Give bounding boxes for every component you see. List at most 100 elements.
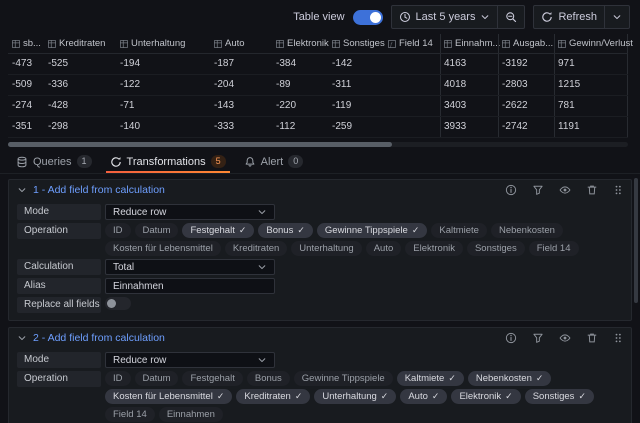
alias-label: Alias [17,278,101,294]
column-header[interactable]: Einnahm... [440,34,498,53]
time-range-label: Last 5 years [416,11,476,23]
table-cell: -509 [8,75,44,95]
field-chip[interactable]: Kaltmiete [431,223,487,238]
table-cell: -336 [44,75,116,95]
column-header[interactable]: Auto [210,34,272,53]
collapse-caret-icon[interactable] [17,185,27,195]
check-icon [432,391,440,402]
table-cell: -194 [116,54,210,74]
tab-transformations[interactable]: Transformations 5 [102,150,234,173]
column-header[interactable]: Kreditraten [44,34,116,53]
transformation-title[interactable]: 2 - Add field from calculation [33,332,165,344]
field-chip-label: Unterhaltung [322,391,376,402]
refresh-interval-button[interactable] [604,6,629,28]
calculation-select[interactable]: Total [105,259,275,275]
zoom-out-icon [505,11,517,23]
field-chip[interactable]: Festgehalt [182,223,254,238]
scrollbar-thumb[interactable] [8,142,392,147]
check-icon [505,391,513,402]
field-chip[interactable]: Kosten für Lebensmittel [105,241,221,256]
field-chip-label: Festgehalt [190,373,234,384]
grid-field-icon [443,39,453,49]
column-header[interactable]: fField 14 [384,34,440,53]
tab-queries[interactable]: Queries 1 [8,150,100,173]
filter-icon[interactable] [532,184,544,196]
eye-icon[interactable] [559,332,571,344]
tab-label: Alert [261,156,284,168]
refresh-group: Refresh [533,5,630,29]
field-chip[interactable]: ID [105,371,131,386]
field-chip[interactable]: Auto [400,389,447,404]
field-chip[interactable]: Field 14 [105,407,155,422]
table-cell: -2622 [498,96,554,116]
field-chip[interactable]: Field 14 [529,241,579,256]
drag-handle-icon[interactable] [613,332,623,344]
column-header[interactable]: Sonstiges [328,34,384,53]
field-chip[interactable]: Unterhaltung [314,389,396,404]
zoom-out-button[interactable] [497,6,524,28]
filter-icon[interactable] [532,332,544,344]
field-chip[interactable]: Kaltmiete [397,371,464,386]
refresh-icon [541,11,553,23]
field-chip-label: Auto [408,391,428,402]
collapse-caret-icon[interactable] [17,333,27,343]
mode-value: Reduce row [113,355,166,366]
trash-icon[interactable] [586,184,598,196]
field-chip[interactable]: Festgehalt [182,371,242,386]
field-chip[interactable]: Sonstiges [467,241,525,256]
field-chip[interactable]: Auto [366,241,402,256]
field-chip-label: ID [113,373,123,384]
column-header[interactable]: Unterhaltung [116,34,210,53]
field-chip[interactable]: Datum [135,223,179,238]
info-icon[interactable] [505,184,517,196]
field-chip[interactable]: ID [105,223,131,238]
field-chip[interactable]: Sonstiges [525,389,594,404]
field-chip[interactable]: Bonus [258,223,312,238]
table-cell: -333 [210,117,272,137]
field-chip[interactable]: Bonus [247,371,290,386]
refresh-button[interactable]: Refresh [534,6,604,28]
field-chip-label: Datum [143,373,171,384]
field-chip[interactable]: Elektronik [405,241,463,256]
column-label: sb... [23,38,41,49]
field-chip[interactable]: Kreditraten [225,241,287,256]
field-chip[interactable]: Kosten für Lebensmittel [105,389,232,404]
grid-field-icon [275,39,285,49]
tab-alert[interactable]: Alert 0 [236,150,312,173]
field-chip[interactable]: Nebenkosten [491,223,563,238]
field-chip[interactable]: Gewinne Tippspiele [294,371,393,386]
table-cell: -311 [328,75,384,95]
horizontal-scrollbar[interactable] [8,142,628,147]
table-cell: -71 [116,96,210,116]
table-cell: 4018 [440,75,498,95]
trash-icon[interactable] [586,332,598,344]
table-cell: -143 [210,96,272,116]
replace-all-fields-toggle[interactable] [105,297,131,310]
field-chip[interactable]: Nebenkosten [468,371,552,386]
vertical-scrollbar[interactable] [634,178,638,303]
field-chip[interactable]: Elektronik [451,389,520,404]
field-chips: ID Datum Festgehalt Bonus Gewinne Tippsp… [105,223,623,256]
drag-handle-icon[interactable] [613,184,623,196]
column-header[interactable]: Elektronik [272,34,328,53]
column-header[interactable]: Gewinn/Verlust [554,34,628,53]
eye-icon[interactable] [559,184,571,196]
table-view-toggle[interactable] [353,10,383,25]
mode-select[interactable]: Reduce row [105,204,275,220]
transformation-title[interactable]: 1 - Add field from calculation [33,184,165,196]
field-chip[interactable]: Einnahmen [159,407,223,422]
info-icon[interactable] [505,332,517,344]
field-chip[interactable]: Datum [135,371,179,386]
table-cell: -140 [116,117,210,137]
field-chip[interactable]: Unterhaltung [291,241,361,256]
check-icon [412,225,420,236]
column-header[interactable]: Ausgab... [498,34,554,53]
table-cell: -259 [328,117,384,137]
time-range-button[interactable]: Last 5 years [392,6,498,28]
transformation-card: 2 - Add field from calculation Mode Redu… [8,327,632,423]
alias-input[interactable] [105,278,275,294]
field-chip[interactable]: Kreditraten [236,389,310,404]
column-header[interactable]: sb... [8,34,44,53]
mode-select[interactable]: Reduce row [105,352,275,368]
field-chip[interactable]: Gewinne Tippspiele [317,223,427,238]
